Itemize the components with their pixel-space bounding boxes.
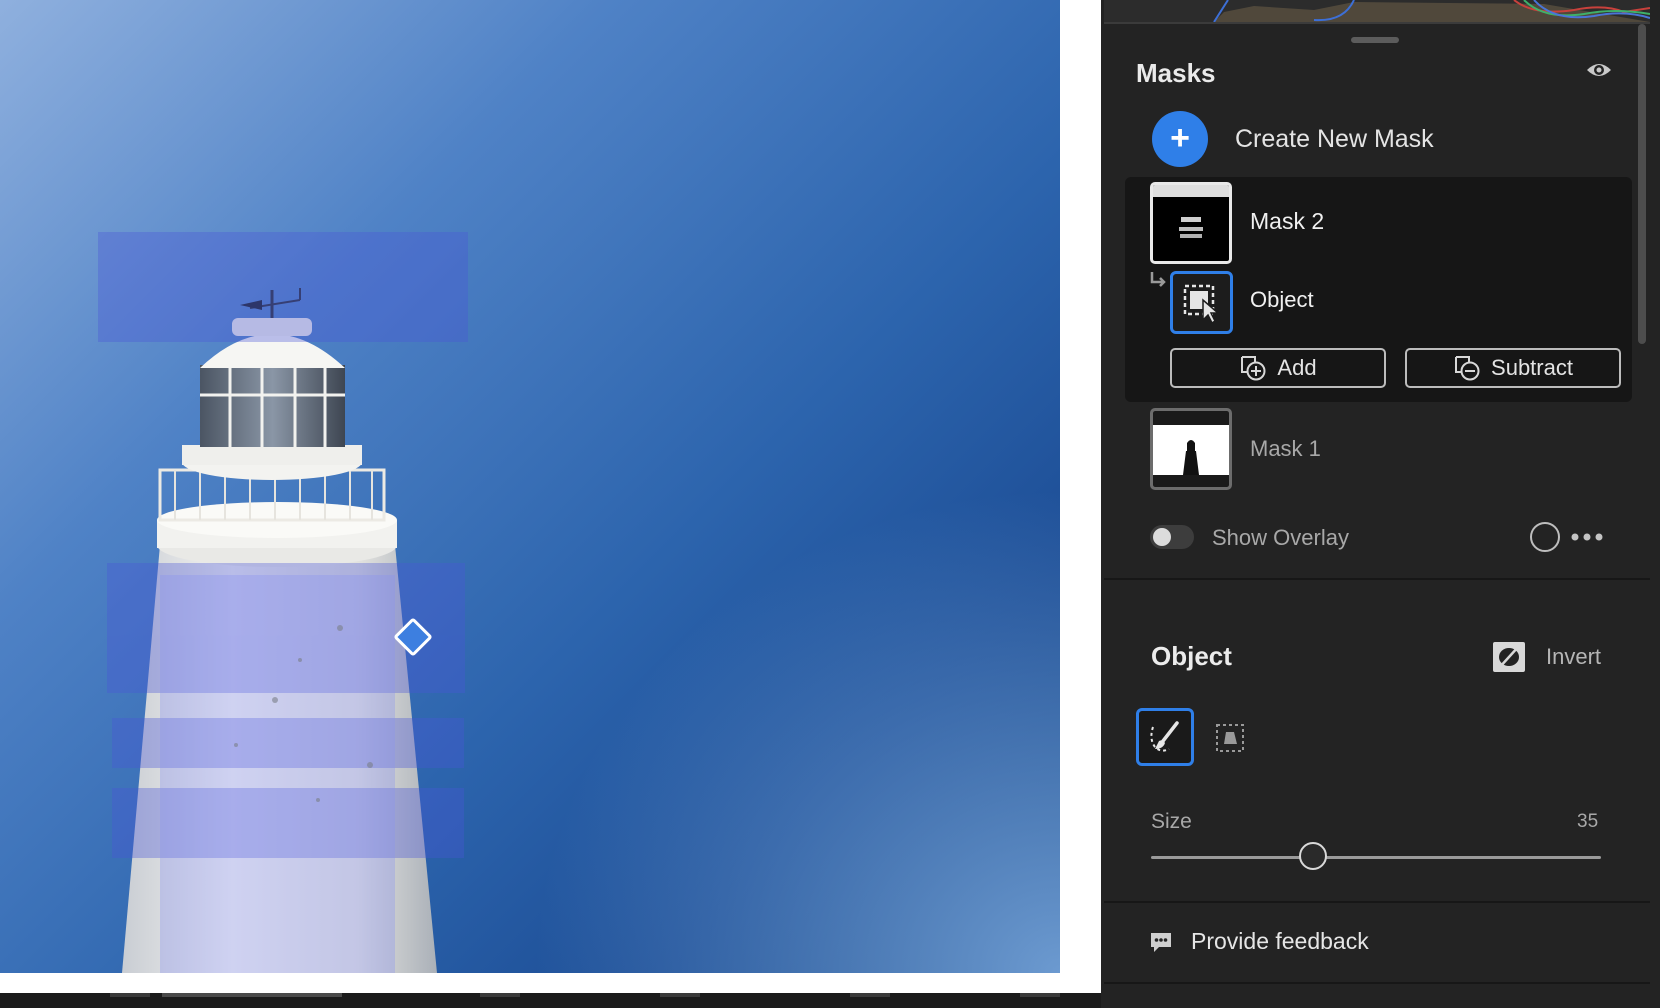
size-label: Size	[1151, 810, 1192, 833]
invert-label[interactable]: Invert	[1546, 644, 1601, 670]
size-slider-thumb[interactable]	[1299, 842, 1327, 870]
object-component-thumbnail[interactable]	[1170, 271, 1233, 334]
filmstrip-bar	[0, 993, 1101, 1008]
panel-scrollbar[interactable]	[1638, 24, 1646, 344]
masks-title: Masks	[1136, 58, 1216, 88]
filmstrip-tick	[480, 993, 520, 997]
section-divider	[1104, 982, 1650, 984]
chat-bubble-icon	[1151, 932, 1171, 952]
size-slider-track[interactable]	[1151, 856, 1601, 859]
show-overlay-toggle[interactable]	[1150, 525, 1194, 549]
canvas-area[interactable]	[0, 0, 1101, 1008]
object-component-label[interactable]: Object	[1250, 287, 1314, 313]
photo-canvas[interactable]	[0, 0, 1060, 973]
plus-icon[interactable]: +	[1152, 111, 1208, 167]
masks-panel: Masks + Create New Mask Mask 2 Object Ad…	[1101, 0, 1660, 1008]
section-divider	[1104, 578, 1650, 580]
histogram	[1104, 0, 1650, 24]
filmstrip-tick	[660, 993, 700, 997]
mask-1-thumbnail[interactable]	[1150, 408, 1232, 490]
subitem-arrow-icon	[1150, 272, 1166, 287]
show-overlay-label: Show Overlay	[1212, 525, 1349, 550]
toggle-knob	[1153, 528, 1171, 546]
size-value[interactable]: 35	[1577, 811, 1598, 833]
mask-2-thumbnail[interactable]	[1150, 182, 1232, 264]
brush-select-tool[interactable]	[1136, 708, 1194, 766]
add-label: Add	[1277, 355, 1317, 380]
add-mask-icon	[1241, 356, 1266, 381]
rectangle-select-icon[interactable]	[1214, 722, 1246, 754]
lighthouse-photo	[98, 232, 468, 973]
create-new-mask-button[interactable]: + Create New Mask	[1152, 111, 1434, 167]
panel-drag-handle[interactable]	[1351, 37, 1399, 43]
create-new-mask-label: Create New Mask	[1235, 124, 1434, 153]
subtract-from-mask-button[interactable]: Subtract	[1405, 348, 1621, 388]
mask-2-group[interactable]: Mask 2 Object Add Subtract	[1125, 177, 1632, 402]
invert-icon[interactable]	[1491, 640, 1527, 674]
subtract-label: Subtract	[1491, 355, 1573, 380]
provide-feedback-button[interactable]: Provide feedback	[1149, 928, 1369, 955]
select-object-icon	[1183, 284, 1221, 325]
add-to-mask-button[interactable]: Add	[1170, 348, 1386, 388]
brush-select-icon	[1150, 721, 1179, 752]
more-icon[interactable]	[1570, 532, 1604, 542]
mask-1-label[interactable]: Mask 1	[1250, 436, 1321, 462]
filmstrip-tick	[110, 993, 150, 997]
eye-icon[interactable]	[1585, 60, 1613, 80]
mask-2-preview	[1153, 185, 1229, 238]
filmstrip-tick	[1020, 993, 1060, 997]
size-slider[interactable]	[1151, 840, 1601, 876]
subtract-mask-icon	[1455, 356, 1480, 381]
provide-feedback-label: Provide feedback	[1191, 928, 1369, 954]
section-divider	[1104, 901, 1650, 903]
filmstrip-tick	[162, 993, 342, 997]
filmstrip-tick	[850, 993, 890, 997]
histogram-graph	[1213, 0, 1650, 22]
show-overlay-row: Show Overlay	[1150, 522, 1640, 562]
overlay-color-swatch[interactable]	[1530, 522, 1560, 552]
object-settings-title: Object	[1151, 641, 1232, 671]
mask-1-preview	[1153, 411, 1229, 487]
mask-2-label[interactable]: Mask 2	[1250, 208, 1324, 235]
